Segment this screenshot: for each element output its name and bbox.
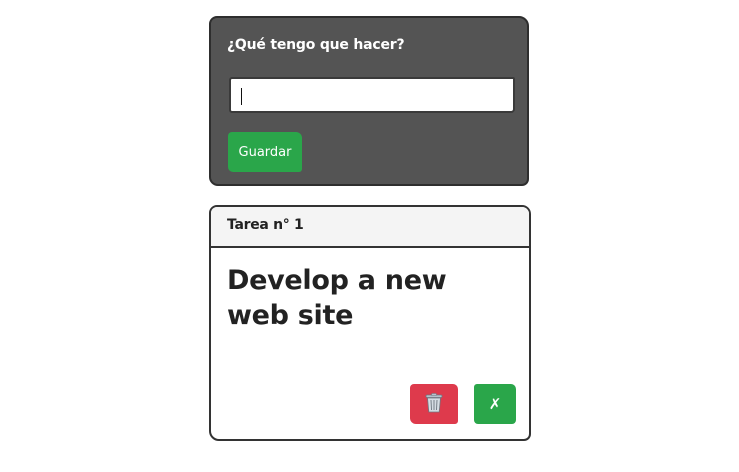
complete-task-button[interactable]: ✗ (474, 384, 516, 424)
save-button[interactable]: Guardar (228, 132, 302, 172)
task-card-header: Tarea n° 1 (211, 207, 529, 248)
task-input-label: ¿Qué tengo que hacer? (227, 37, 405, 53)
task-input[interactable] (229, 77, 515, 113)
task-card: Tarea n° 1 Develop a new web site ✗ (209, 205, 531, 441)
todo-app: ¿Qué tengo que hacer? Guardar Tarea n° 1… (0, 0, 739, 472)
task-number: Tarea n° 1 (227, 217, 304, 233)
cross-mark-icon: ✗ (488, 394, 502, 413)
delete-task-button[interactable] (410, 384, 458, 424)
text-cursor (241, 88, 242, 105)
new-task-form: ¿Qué tengo que hacer? Guardar (209, 16, 529, 186)
trash-icon (425, 393, 443, 415)
task-title: Develop a new web site (227, 265, 447, 331)
